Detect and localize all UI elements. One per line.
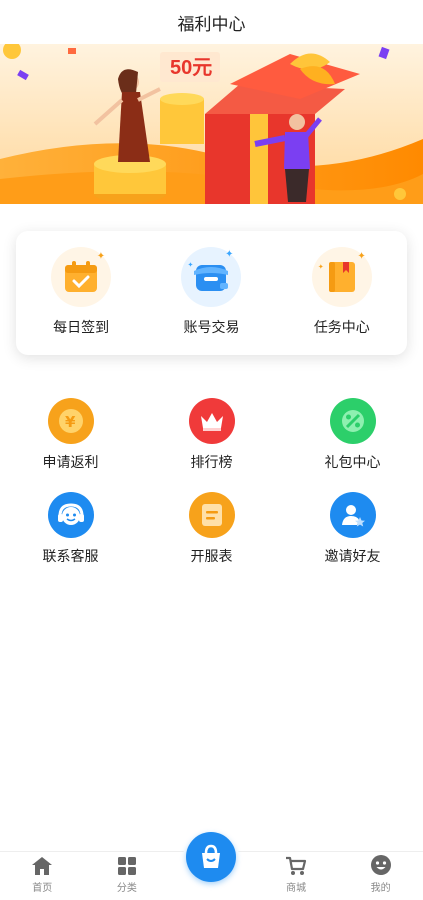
tab-mine-label: 我的	[370, 883, 391, 894]
ranking-label: 排行榜	[190, 455, 233, 471]
server-schedule-label: 开服表	[190, 549, 233, 565]
headset-icon	[47, 492, 94, 538]
crown-icon	[188, 398, 235, 444]
gift-percent-icon	[329, 398, 376, 444]
list-sheet-icon	[188, 492, 235, 538]
account-trade-button[interactable]: ✦ ✦ 账号交易	[156, 247, 266, 337]
cart-icon	[286, 856, 307, 875]
account-trade-label: 账号交易	[183, 320, 240, 336]
shop-store-icon: ✦ ✦	[181, 247, 242, 307]
calendar-check-icon: ✦	[51, 247, 112, 307]
page-header: 福利中心	[0, 0, 423, 44]
smiley-profile-icon	[370, 855, 391, 875]
tab-center-bag[interactable]	[169, 829, 254, 900]
banner-illustration: 50元	[0, 44, 423, 204]
tab-home-label: 首页	[32, 883, 53, 894]
tab-mall[interactable]: 商城	[254, 851, 339, 900]
customer-service-button[interactable]: 联系客服	[0, 492, 141, 566]
service-grid: ¥ 申请返利 排行榜 礼包中心 联系客服 开服表 邀请好友	[0, 398, 423, 566]
feature-card: ✦ 每日签到 ✦ ✦ 账号交易 ✦ ✦ 任务中心	[16, 231, 407, 355]
server-schedule-button[interactable]: 开服表	[141, 492, 282, 566]
daily-checkin-label: 每日签到	[53, 320, 110, 336]
tab-category-label: 分类	[116, 883, 137, 894]
tab-mine[interactable]: 我的	[338, 851, 423, 900]
bottom-tab-bar: 首页 分类 商城 我的	[0, 829, 423, 900]
home-icon	[32, 857, 53, 875]
daily-checkin-button[interactable]: ✦ 每日签到	[26, 247, 136, 337]
tab-category[interactable]: 分类	[85, 851, 170, 900]
task-center-label: 任务中心	[313, 320, 370, 336]
task-book-icon: ✦ ✦	[311, 247, 372, 307]
gift-center-button[interactable]: 礼包中心	[282, 398, 423, 472]
page-title: 福利中心	[177, 14, 246, 35]
invite-friends-label: 邀请好友	[324, 549, 381, 565]
rebate-apply-label: 申请返利	[42, 455, 99, 471]
svg-text:¥: ¥	[65, 413, 76, 431]
customer-service-label: 联系客服	[42, 549, 99, 565]
center-bag-button[interactable]	[183, 829, 240, 885]
tab-home[interactable]: 首页	[0, 851, 85, 900]
invite-friends-button[interactable]: 邀请好友	[282, 492, 423, 566]
yen-coin-icon: ¥	[47, 398, 94, 444]
gift-center-label: 礼包中心	[324, 455, 381, 471]
ranking-button[interactable]: 排行榜	[141, 398, 282, 472]
rebate-apply-button[interactable]: ¥ 申请返利	[0, 398, 141, 472]
task-center-button[interactable]: ✦ ✦ 任务中心	[287, 247, 397, 337]
category-grid-icon	[117, 857, 136, 875]
welfare-banner[interactable]: 50元	[0, 44, 423, 204]
banner-price-text: 50元	[170, 57, 212, 79]
invite-user-icon	[329, 492, 376, 538]
shopping-bag-icon	[202, 844, 221, 868]
tab-mall-label: 商城	[286, 883, 307, 894]
